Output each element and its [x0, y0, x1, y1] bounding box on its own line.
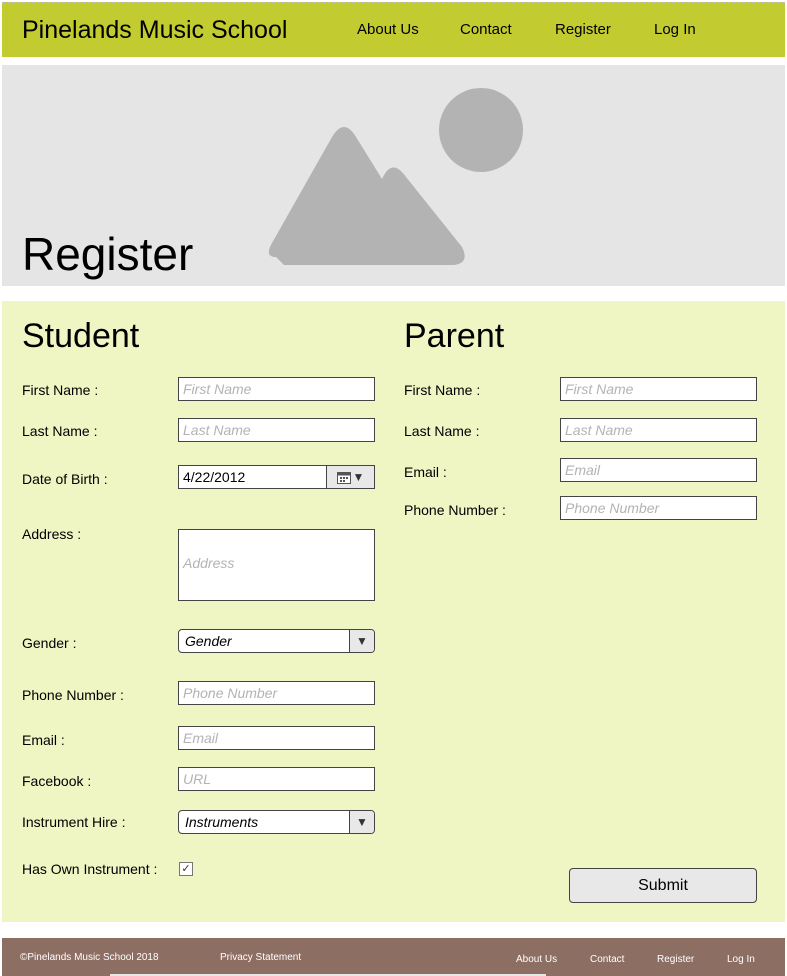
nav-log-in[interactable]: Log In — [654, 21, 696, 38]
parent-phone-label: Phone Number : — [404, 502, 506, 518]
own-instrument-label: Has Own Instrument : — [22, 861, 158, 877]
student-email-field — [178, 726, 375, 750]
parent-last-name-input[interactable] — [561, 419, 756, 441]
parent-last-name-label: Last Name : — [404, 423, 480, 439]
footer-copyright: ©Pinelands Music School 2018 — [20, 952, 159, 963]
student-section-title: Student — [22, 317, 140, 355]
top-nav-bar: Pinelands Music School About Us Contact … — [2, 2, 785, 57]
gender-select-value: Gender — [185, 633, 232, 649]
page-title: Register — [22, 228, 194, 280]
student-dob-field: ▼ — [178, 465, 375, 489]
footer-link-about-us[interactable]: About Us — [516, 954, 557, 965]
student-dob-label: Date of Birth : — [22, 471, 108, 487]
image-placeholder-icon — [268, 88, 523, 265]
footer-link-contact[interactable]: Contact — [590, 954, 624, 965]
parent-email-label: Email : — [404, 464, 447, 480]
student-gender-label: Gender : — [22, 635, 77, 651]
dropdown-arrow-icon: ▼ — [352, 470, 365, 484]
chevron-down-icon: ▼ — [349, 811, 374, 833]
parent-phone-input[interactable] — [561, 497, 756, 519]
hero-banner: Register — [2, 65, 785, 286]
student-last-name-input[interactable] — [179, 419, 374, 441]
student-gender-select[interactable]: Gender ▼ — [178, 629, 375, 653]
nav-about-us[interactable]: About Us — [357, 21, 419, 38]
parent-last-name-field — [560, 418, 757, 442]
parent-first-name-field — [560, 377, 757, 401]
student-last-name-field — [178, 418, 375, 442]
student-first-name-input[interactable] — [179, 378, 374, 400]
nav-register[interactable]: Register — [555, 21, 611, 38]
registration-form: Student First Name : Last Name : Date of… — [2, 301, 785, 922]
student-email-label: Email : — [22, 732, 65, 748]
site-brand[interactable]: Pinelands Music School — [22, 16, 287, 45]
calendar-icon — [336, 471, 351, 484]
student-facebook-label: Facebook : — [22, 773, 92, 789]
student-dob-input[interactable] — [179, 466, 327, 488]
student-address-label: Address : — [22, 526, 82, 542]
parent-first-name-label: First Name : — [404, 382, 481, 398]
student-address-input[interactable] — [179, 530, 374, 600]
student-address-field — [178, 529, 375, 601]
student-email-input[interactable] — [179, 727, 374, 749]
instrument-hire-label: Instrument Hire : — [22, 814, 126, 830]
chevron-down-icon: ▼ — [349, 630, 374, 652]
student-last-name-label: Last Name : — [22, 423, 98, 439]
parent-first-name-input[interactable] — [561, 378, 756, 400]
parent-section-title: Parent — [404, 317, 505, 355]
student-facebook-field — [178, 767, 375, 791]
instrument-hire-select[interactable]: Instruments ▼ — [178, 810, 375, 834]
own-instrument-checkbox[interactable]: ✓ — [179, 862, 193, 876]
parent-phone-field — [560, 496, 757, 520]
nav-contact[interactable]: Contact — [460, 21, 512, 38]
footer-link-register[interactable]: Register — [657, 954, 694, 965]
footer-link-log-in[interactable]: Log In — [727, 954, 755, 965]
footer: ©Pinelands Music School 2018 Privacy Sta… — [2, 938, 785, 976]
footer-privacy-link[interactable]: Privacy Statement — [220, 952, 301, 963]
date-picker-button[interactable]: ▼ — [326, 466, 374, 488]
student-phone-label: Phone Number : — [22, 687, 124, 703]
parent-email-field — [560, 458, 757, 482]
student-phone-field — [178, 681, 375, 705]
student-phone-input[interactable] — [179, 682, 374, 704]
instrument-select-value: Instruments — [185, 814, 259, 830]
student-facebook-input[interactable] — [179, 768, 374, 790]
submit-button[interactable]: Submit — [569, 868, 757, 903]
student-first-name-label: First Name : — [22, 382, 99, 398]
parent-email-input[interactable] — [561, 459, 756, 481]
student-first-name-field — [178, 377, 375, 401]
